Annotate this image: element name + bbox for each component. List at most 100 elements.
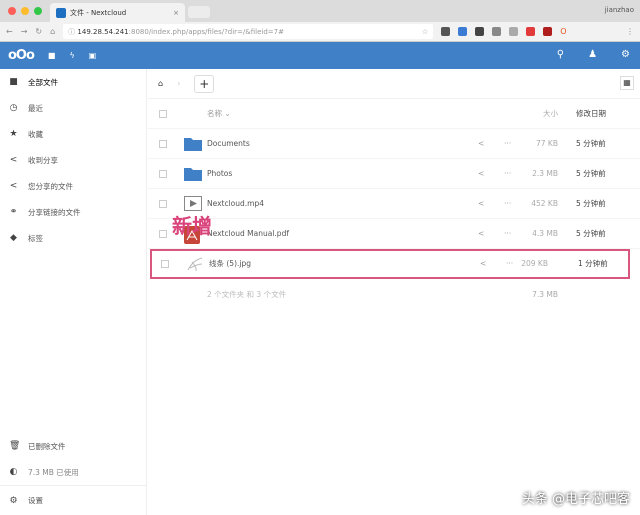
browser-tab[interactable]: 文件 - Nextcloud × — [50, 3, 185, 22]
url-path: :8080/index.php/apps/files/?dir=/&fileid… — [128, 27, 284, 36]
file-row[interactable]: Documents < ··· 77 KB 5 分钟前 — [148, 129, 640, 159]
pie-icon: ◐ — [9, 467, 18, 477]
reload-icon[interactable]: ↻ — [35, 27, 42, 36]
new-tab-button[interactable] — [188, 6, 210, 18]
contacts-icon[interactable]: ♟ — [588, 49, 597, 60]
row-checkbox[interactable] — [159, 199, 167, 208]
file-row[interactable]: 线条 (5).jpg < ··· 209 KB 1 分钟前 — [150, 249, 630, 279]
address-bar-row: ← → ↻ ⌂ ⓘ 149.28.54.241:8080/index.php/apps… — [0, 22, 640, 42]
sidebar-item[interactable]: ⚭ 分享链接的文件 — [0, 199, 146, 225]
file-size: 4.3 MB — [532, 229, 558, 238]
sidebar-item[interactable]: ◷ 最近 — [0, 95, 146, 121]
file-row[interactable]: Nextcloud.mp4 < ··· 452 KB 5 分钟前 — [148, 189, 640, 219]
forward-icon[interactable]: → — [21, 27, 28, 36]
back-icon[interactable]: ← — [6, 27, 13, 36]
tab-title: 文件 - Nextcloud — [70, 8, 127, 17]
trash-icon: 🗑 — [9, 441, 21, 451]
file-size: 452 KB — [531, 199, 558, 208]
more-actions-icon[interactable]: ··· — [504, 229, 511, 238]
more-actions-icon[interactable]: ··· — [504, 169, 511, 178]
share-icon[interactable]: < — [478, 199, 484, 208]
extension-icon[interactable] — [526, 27, 536, 36]
sidebar-item-label: 收到分享 — [28, 155, 58, 165]
date-column-header[interactable]: 修改日期 — [576, 108, 606, 119]
app-header: oOo ■ ϟ ▣ ⚲ ♟ ⚙ — [0, 42, 640, 69]
file-size: 77 KB — [536, 139, 558, 148]
activity-app-icon[interactable]: ϟ — [69, 51, 74, 60]
sidebar-item-label: 收藏 — [28, 129, 43, 139]
sidebar-item[interactable]: ■ 全部文件 — [0, 69, 146, 95]
menu-icon[interactable]: ⋮ — [626, 27, 634, 36]
file-row[interactable]: Nextcloud Manual.pdf < ··· 4.3 MB 5 分钟前 — [148, 219, 640, 249]
share-icon[interactable]: < — [478, 139, 484, 148]
more-actions-icon[interactable]: ··· — [506, 259, 513, 268]
minimize-window-button[interactable] — [21, 7, 29, 15]
summary-size: 7.3 MB — [532, 289, 558, 299]
new-button[interactable]: + — [194, 74, 215, 93]
sidebar-item[interactable]: ◆ 标签 — [0, 225, 146, 251]
share-icon: < — [9, 155, 18, 165]
file-list-area: ⌂ › + ▦ 名称 ⌄ 大小 修改日期 Documents < ··· 77 KB… — [148, 69, 640, 515]
share-icon[interactable]: < — [480, 259, 486, 268]
extension-icon[interactable] — [475, 27, 485, 36]
browser-user[interactable]: jianzhao — [605, 6, 634, 14]
extension-icon[interactable] — [509, 27, 519, 36]
file-modified: 5 分钟前 — [576, 169, 606, 178]
extension-icon[interactable] — [492, 27, 502, 36]
summary-text: 2 个文件夹 和 3 个文件 — [207, 289, 287, 299]
share-icon[interactable]: < — [478, 169, 484, 178]
sidebar-item-label: 设置 — [28, 496, 43, 505]
sidebar-item-deleted[interactable]: 🗑 已删除文件 — [0, 433, 146, 459]
file-row[interactable]: Photos < ··· 2.3 MB 5 分钟前 — [148, 159, 640, 189]
row-checkbox[interactable] — [159, 169, 167, 178]
home-breadcrumb-icon[interactable]: ⌂ — [158, 79, 163, 88]
star-icon[interactable]: ☆ — [422, 28, 428, 36]
row-checkbox[interactable] — [159, 139, 167, 148]
file-modified: 1 分钟前 — [578, 259, 608, 268]
extension-icon[interactable] — [441, 27, 451, 36]
sidebar-item-label: 分享链接的文件 — [28, 207, 81, 217]
sidebar-item-label: 全部文件 — [28, 77, 58, 87]
file-modified: 5 分钟前 — [576, 199, 606, 208]
row-checkbox[interactable] — [161, 259, 169, 268]
file-name[interactable]: Nextcloud.mp4 — [207, 199, 264, 208]
browser-tabbar: 文件 - Nextcloud × jianzhao — [0, 0, 640, 22]
sidebar-item-label: 您分享的文件 — [28, 181, 73, 191]
extension-icon[interactable] — [543, 27, 553, 36]
file-name[interactable]: Nextcloud Manual.pdf — [207, 229, 289, 238]
nextcloud-favicon — [56, 7, 66, 18]
sidebar-item-settings[interactable]: ⚙ 设置 — [0, 485, 146, 515]
extension-icon[interactable] — [458, 27, 468, 36]
close-window-button[interactable] — [8, 7, 16, 15]
gallery-app-icon[interactable]: ▣ — [89, 51, 97, 60]
sidebar-item-label: 最近 — [28, 103, 43, 113]
settings-gear-icon[interactable]: ⚙ — [621, 49, 630, 60]
row-checkbox[interactable] — [159, 229, 167, 238]
annotation-label: 新增 — [172, 214, 212, 238]
url-input[interactable]: ⓘ 149.28.54.241:8080/index.php/apps/file… — [63, 24, 434, 39]
select-all-checkbox[interactable] — [159, 109, 167, 118]
folder-icon: ■ — [9, 77, 18, 87]
search-icon[interactable]: ⚲ — [557, 49, 564, 60]
close-tab-icon[interactable]: × — [173, 9, 179, 17]
file-name[interactable]: 线条 (5).jpg — [209, 258, 251, 269]
maximize-window-button[interactable] — [34, 7, 42, 15]
home-icon[interactable]: ⌂ — [50, 27, 55, 36]
image-thumbnail-icon — [186, 256, 204, 272]
file-name[interactable]: Photos — [207, 169, 232, 178]
grid-view-toggle[interactable]: ▦ — [620, 76, 634, 90]
name-column-header[interactable]: 名称 ⌄ — [207, 108, 231, 119]
size-column-header[interactable]: 大小 — [543, 108, 558, 119]
more-actions-icon[interactable]: ··· — [504, 199, 511, 208]
sidebar-item[interactable]: < 收到分享 — [0, 147, 146, 173]
file-name[interactable]: Documents — [207, 139, 250, 148]
sidebar-item[interactable]: < 您分享的文件 — [0, 173, 146, 199]
nextcloud-logo[interactable]: oOo — [8, 48, 35, 63]
file-modified: 5 分钟前 — [576, 139, 606, 148]
opera-icon[interactable]: O — [560, 27, 566, 36]
files-app-icon[interactable]: ■ — [48, 51, 56, 60]
share-icon[interactable]: < — [478, 229, 484, 238]
sidebar-item[interactable]: ★ 收藏 — [0, 121, 146, 147]
more-actions-icon[interactable]: ··· — [504, 139, 511, 148]
link-icon: ⚭ — [9, 207, 18, 217]
